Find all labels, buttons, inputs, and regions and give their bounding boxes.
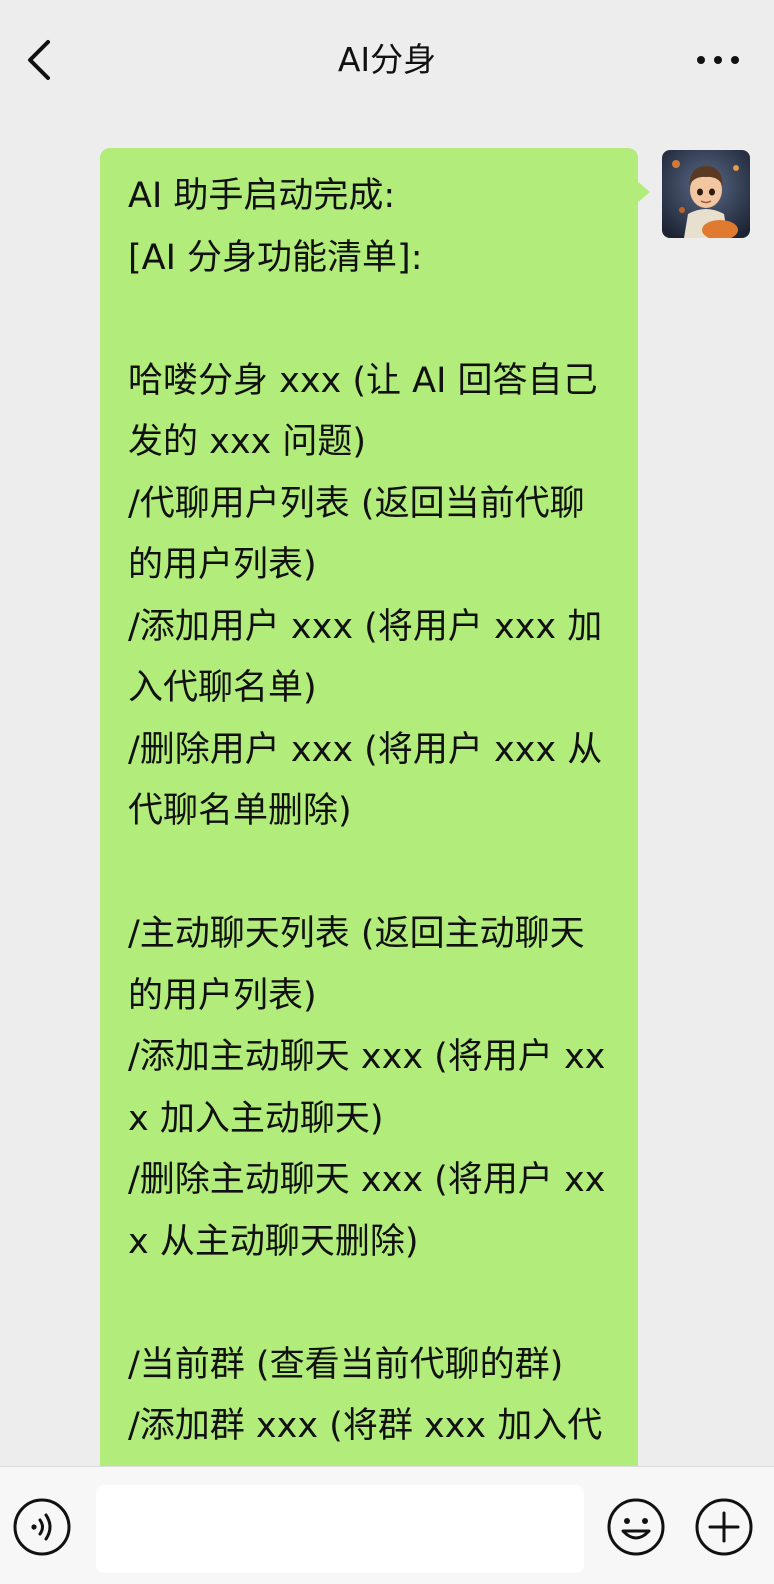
chat-screen: AI分身 AI 助手启动完成: [AI 分身功能清单]: 哈喽分身 xxx (让… <box>0 0 774 1584</box>
more-button[interactable] <box>688 36 748 84</box>
message-list[interactable]: AI 助手启动完成: [AI 分身功能清单]: 哈喽分身 xxx (让 AI 回… <box>0 118 774 1466</box>
input-bar <box>0 1466 774 1584</box>
message-input[interactable] <box>96 1485 584 1573</box>
more-functions-button[interactable] <box>694 1497 754 1557</box>
more-dots-icon <box>697 56 739 64</box>
bubble-tail <box>636 180 650 204</box>
chat-header: AI分身 <box>0 0 774 118</box>
emoji-button[interactable] <box>606 1497 666 1557</box>
avatar-cartoon-boy-image <box>662 150 750 238</box>
emoji-icon <box>607 1498 665 1556</box>
chat-title: AI分身 <box>337 40 437 79</box>
message-bubble[interactable]: AI 助手启动完成: [AI 分身功能清单]: 哈喽分身 xxx (让 AI 回… <box>100 148 638 1466</box>
voice-icon <box>13 1498 71 1556</box>
avatar[interactable] <box>662 150 750 238</box>
voice-button[interactable] <box>12 1497 72 1557</box>
plus-circle-icon <box>695 1498 753 1556</box>
